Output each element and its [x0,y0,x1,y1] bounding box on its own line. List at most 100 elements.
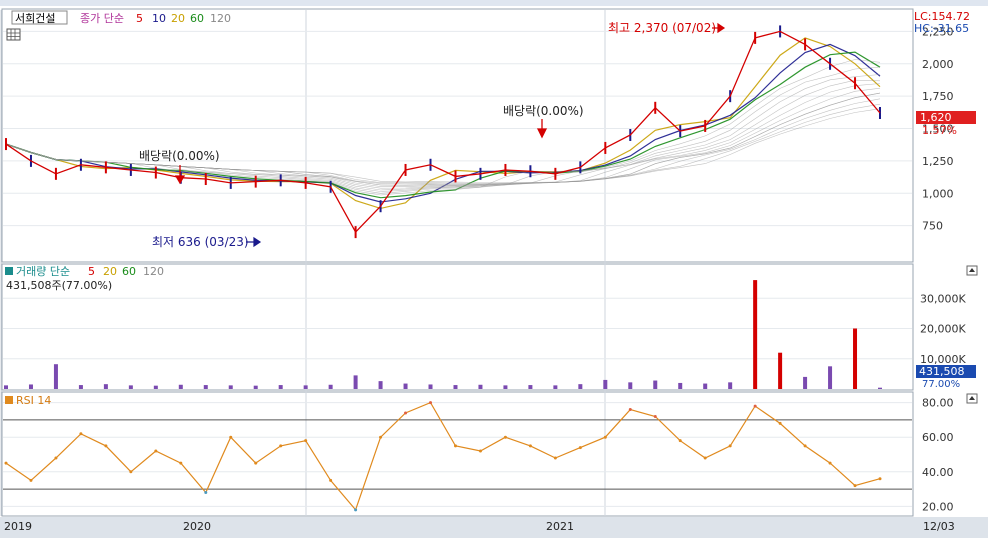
volume-indicator-label: 거래량 단순 [16,265,70,278]
time-axis-bar [0,517,988,538]
rsi-point [803,444,807,448]
rsi-point [379,435,383,439]
rsi-point [304,439,308,443]
volume-bar [103,384,108,389]
rsi-point [628,408,632,412]
volume-bar [328,384,333,389]
volume-bar [203,385,208,389]
ma5-period: 5 [136,12,143,25]
price-tick-label: 2,000 [922,58,954,71]
ma60-period: 60 [190,12,204,25]
rsi-tick-label: 40.00 [922,466,954,479]
volume-bar [403,383,408,389]
volume-bar [78,385,83,389]
vma5-period: 5 [88,265,95,278]
price-tick-label: 1,250 [922,155,954,168]
rsi-point [279,444,283,448]
volume-bar [528,385,533,389]
rsi-point [254,461,258,465]
volume-bar [153,385,158,389]
rsi-point [653,414,657,418]
volume-bar [628,382,633,389]
volume-bar [578,384,583,389]
volume-bar [678,382,683,389]
rsi-label: RSI 14 [16,394,51,407]
rsi-point [429,401,433,405]
rsi-point [853,484,857,488]
volume-current-readout: 431,508주(77.00%) [6,279,112,292]
volume-bar [378,381,383,389]
volume-bar [178,384,183,389]
rsi-point [29,478,33,482]
rsi-color-icon [5,396,13,404]
stock-name: 서희건설 [15,12,55,25]
current-volume: 431,508 [919,365,965,378]
volume-bar [653,380,658,389]
current-volume-pct: 77.00% [922,379,960,390]
volume-bar [53,364,58,389]
volume-bar [878,387,882,389]
volume-bar [803,376,808,389]
volume-bar [728,382,733,389]
rsi-point [329,478,333,482]
volume-bar [753,280,758,389]
rsi-point [79,432,83,436]
rsi-point [229,435,233,439]
volume-bar [28,384,33,389]
ma120-period: 120 [210,12,231,25]
x-label-2021: 2021 [546,520,574,533]
rsi-tick-label: 80.00 [922,397,954,410]
rsi-point [753,404,757,408]
rsi-point [129,470,133,474]
volume-bar [253,385,258,389]
price-indicator-label: 종가 단순 [80,12,124,25]
rsi-tick-label: 60.00 [922,431,954,444]
hc-label: HC:-31.65 [914,22,969,35]
volume-tick-label: 20,000K [920,323,966,336]
rsi-point [703,456,707,460]
dividend-annotation-2: 배당락(0.00%) [503,104,584,118]
current-price: 1,620 [920,111,952,124]
rsi-point [728,444,732,448]
price-tick-label: 1,000 [922,187,954,200]
high-annotation: 최고 2,370 (07/02) [608,21,716,35]
x-label-2019: 2019 [4,520,32,533]
current-change: 1.57% [922,124,957,137]
volume-bar [4,385,8,389]
low-annotation: 최저 636 (03/23) [152,235,249,249]
rsi-point [528,444,532,448]
price-tick-label: 750 [922,220,943,233]
rsi-point [503,435,507,439]
rsi-point [603,435,607,439]
volume-tick-label: 30,000K [920,292,966,305]
price-tick-label: 1,750 [922,90,954,103]
volume-bar [853,328,858,389]
rsi-point [453,444,457,448]
rsi-point [179,461,183,465]
volume-bar [603,379,608,389]
volume-bar [428,384,433,389]
vma60-period: 60 [122,265,136,278]
vma120-period: 120 [143,265,164,278]
rsi-point [778,421,782,425]
table-grid-icon[interactable] [6,28,21,41]
volume-bar [778,352,783,389]
rsi-point [54,456,58,460]
rsi-point [104,444,108,448]
volume-bar [128,385,133,389]
vma20-period: 20 [103,265,117,278]
rsi-point [204,491,208,495]
rsi-point [154,449,158,453]
rsi-point [828,461,832,465]
rsi-point [678,439,682,443]
volume-tick-label: 10,000K [920,353,966,366]
rsi-tick-label: 20.00 [922,500,954,513]
volume-bar [503,385,508,389]
dividend-annotation-1: 배당락(0.00%) [139,149,220,163]
volume-color-icon [5,267,13,275]
volume-bar [453,385,458,389]
rsi-point [478,449,482,453]
volume-bar [828,366,833,389]
stock-chart: 2,2502,0001,7501,5001,2501,00075030,000K… [0,0,988,538]
x-label-2020: 2020 [183,520,211,533]
